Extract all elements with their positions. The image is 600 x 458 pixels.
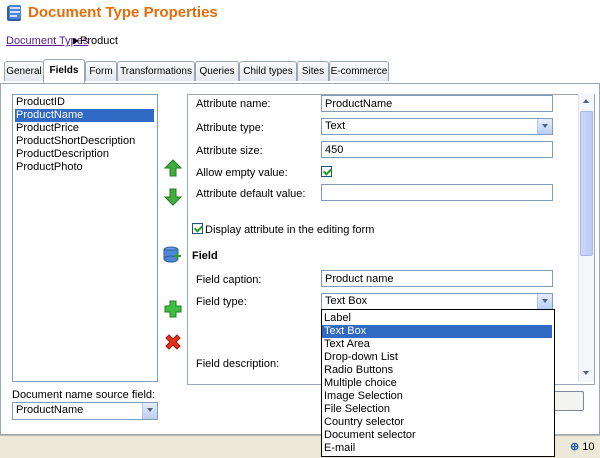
- panel-scrollbar[interactable]: [578, 94, 594, 382]
- list-item[interactable]: ProductPhoto: [15, 161, 154, 174]
- document-name-source-label: Document name source field:: [12, 389, 156, 401]
- zoom-level: 10: [582, 441, 595, 453]
- move-down-icon[interactable]: [163, 187, 183, 207]
- field-description-label: Field description:: [196, 358, 280, 370]
- attribute-default-label: Attribute default value:: [196, 188, 306, 200]
- display-attribute-checkbox[interactable]: [192, 223, 203, 234]
- new-category-icon[interactable]: [162, 244, 182, 264]
- dropdown-option[interactable]: Document selector: [322, 429, 552, 442]
- field-caption-label: Field caption:: [196, 274, 262, 286]
- tab-queries[interactable]: Queries: [195, 61, 239, 81]
- dropdown-option[interactable]: File Selection: [322, 403, 552, 416]
- field-caption-input[interactable]: Product name: [321, 270, 553, 287]
- attribute-type-select[interactable]: Text: [321, 118, 553, 135]
- add-field-icon[interactable]: [163, 299, 183, 319]
- field-section-heading: Field: [192, 250, 218, 262]
- tab-bar: General Fields Form Transformations Quer…: [0, 59, 600, 84]
- dropdown-option[interactable]: Label: [322, 312, 552, 325]
- document-type-icon: [7, 5, 21, 21]
- chevron-down-icon[interactable]: [537, 119, 552, 134]
- move-up-icon[interactable]: [163, 158, 183, 178]
- scroll-down-icon[interactable]: [580, 367, 593, 380]
- list-item[interactable]: ProductPrice: [15, 122, 154, 135]
- dropdown-option[interactable]: Radio Buttons: [322, 364, 552, 377]
- attribute-type-value: Text: [325, 120, 346, 132]
- tab-e-commerce[interactable]: E-commerce: [329, 61, 389, 81]
- dropdown-option[interactable]: Multiple choice: [322, 377, 552, 390]
- display-attribute-label: Display attribute in the editing form: [205, 224, 375, 236]
- list-item[interactable]: ProductID: [15, 96, 154, 109]
- attribute-type-label: Attribute type:: [196, 122, 264, 134]
- field-type-value: Text Box: [325, 295, 368, 307]
- tab-general[interactable]: General: [4, 61, 44, 81]
- attribute-name-label: Attribute name:: [196, 98, 271, 110]
- dropdown-option[interactable]: Image Selection: [322, 390, 552, 403]
- allow-empty-label: Allow empty value:: [196, 167, 288, 179]
- page-title: Document Type Properties: [28, 4, 218, 21]
- chevron-down-icon[interactable]: [537, 294, 552, 309]
- dropdown-option[interactable]: Drop-down List: [322, 351, 552, 364]
- list-item[interactable]: ProductDescription: [15, 148, 154, 161]
- document-name-source-select[interactable]: ProductName: [12, 402, 158, 420]
- scroll-up-icon[interactable]: [580, 95, 593, 108]
- field-type-label: Field type:: [196, 296, 247, 308]
- attribute-size-input[interactable]: 450: [321, 141, 553, 158]
- attribute-name-input[interactable]: ProductName: [321, 95, 553, 112]
- dropdown-option[interactable]: Country selector: [322, 416, 552, 429]
- delete-field-icon[interactable]: [163, 332, 183, 352]
- chevron-down-icon[interactable]: [142, 403, 157, 419]
- zoom-icon: ⊕: [570, 441, 580, 453]
- zoom-indicator[interactable]: ⊕ 10: [570, 440, 595, 453]
- document-name-source-value: ProductName: [16, 404, 84, 416]
- breadcrumb-current: Product: [80, 35, 118, 47]
- dropdown-option[interactable]: Text Area: [322, 338, 552, 351]
- attribute-size-label: Attribute size:: [196, 145, 263, 157]
- field-type-select[interactable]: Text Box: [321, 293, 553, 310]
- breadcrumb: Document Types ▶ Product: [0, 31, 600, 53]
- field-list[interactable]: ProductID ProductName ProductPrice Produ…: [12, 94, 158, 382]
- dropdown-option[interactable]: E-mail: [322, 442, 552, 455]
- list-item[interactable]: ProductShortDescription: [15, 135, 154, 148]
- list-item[interactable]: ProductName: [15, 109, 154, 122]
- tab-fields[interactable]: Fields: [43, 59, 85, 83]
- tab-child-types[interactable]: Child types: [239, 61, 297, 81]
- tab-form[interactable]: Form: [85, 61, 117, 81]
- tab-transformations[interactable]: Transformations: [117, 61, 195, 81]
- dropdown-option[interactable]: Text Box: [322, 325, 552, 338]
- attribute-default-input[interactable]: [321, 184, 553, 201]
- breadcrumb-arrow-icon: ▶: [73, 36, 80, 45]
- tab-sites[interactable]: Sites: [297, 61, 329, 81]
- scrollbar-thumb[interactable]: [580, 111, 593, 256]
- allow-empty-checkbox[interactable]: [321, 166, 332, 177]
- field-type-dropdown-list[interactable]: Label Text Box Text Area Drop-down List …: [321, 309, 555, 457]
- page-header: Document Type Properties: [0, 0, 600, 26]
